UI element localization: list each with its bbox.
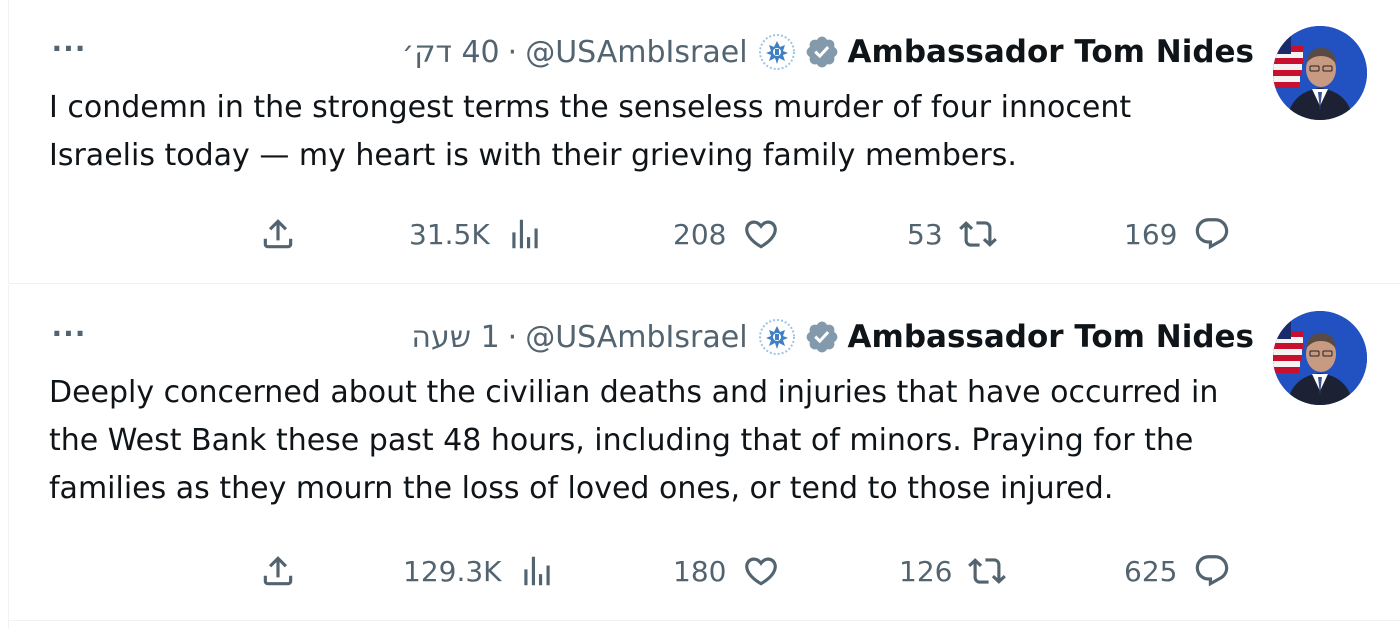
- retweet-button[interactable]: 126: [899, 549, 1007, 593]
- us-seal-icon[interactable]: [758, 318, 796, 356]
- author-name[interactable]: Ambassador Tom Nides: [848, 319, 1254, 355]
- tweet-header: ··· 40 דק׳ · @USAmbIsrael Ambassador Tom…: [49, 30, 1254, 74]
- retweet-button[interactable]: 53: [907, 212, 997, 256]
- likes-count: 180: [673, 554, 727, 588]
- avatar-photo: [1273, 311, 1367, 405]
- separator-dot: ·: [507, 319, 518, 355]
- more-options-icon[interactable]: ···: [49, 319, 89, 349]
- reply-icon: [1196, 555, 1229, 587]
- tweet-text-line: I condemn in the strongest terms the sen…: [49, 90, 1132, 125]
- replies-count: 169: [1124, 217, 1178, 251]
- author-handle[interactable]: @USAmbIsrael: [525, 320, 747, 355]
- retweets-count: 126: [899, 554, 953, 588]
- tweet-timestamp[interactable]: 1 שעה: [411, 320, 499, 355]
- tweet-actions: 129.3K 180 126 625: [9, 549, 1400, 593]
- tweet-text-line: families as they mourn the loss of loved…: [49, 471, 1114, 506]
- timeline-continuation: [8, 621, 1400, 629]
- tweet-timestamp[interactable]: 40 דק׳: [402, 35, 500, 70]
- avatar-photo: [1273, 26, 1367, 120]
- reply-button[interactable]: 169: [1124, 212, 1231, 256]
- tweet-text-line: Israelis today — my heart is with their …: [49, 138, 1017, 173]
- reply-button[interactable]: 625: [1124, 549, 1231, 593]
- separator-dot: ·: [507, 34, 518, 70]
- more-options-icon[interactable]: ···: [49, 34, 89, 64]
- share-button[interactable]: [259, 549, 297, 593]
- us-seal-icon[interactable]: [758, 33, 796, 71]
- share-icon: [263, 556, 293, 586]
- share-icon: [263, 219, 293, 249]
- heart-icon: [745, 220, 778, 249]
- likes-count: 208: [673, 217, 727, 251]
- views-icon: [512, 219, 538, 249]
- reply-icon: [1196, 218, 1229, 250]
- tweet-text: Deeply concerned about the civilian deat…: [49, 369, 1264, 513]
- retweet-icon: [968, 558, 1007, 584]
- tweet-text-line: the West Bank these past 48 hours, inclu…: [49, 423, 1194, 458]
- retweet-icon: [958, 221, 997, 247]
- views-button[interactable]: 31.5K: [409, 212, 544, 256]
- tweet-text: I condemn in the strongest terms the sen…: [49, 84, 1264, 180]
- tweet[interactable]: ··· 1 שעה · @USAmbIsrael Ambassador Tom …: [8, 285, 1400, 621]
- replies-count: 625: [1124, 554, 1178, 588]
- views-button[interactable]: 129.3K: [403, 549, 556, 593]
- author-name[interactable]: Ambassador Tom Nides: [848, 34, 1254, 70]
- avatar[interactable]: [1273, 311, 1367, 405]
- tweet-actions: 31.5K 208 53 169: [9, 212, 1400, 256]
- like-button[interactable]: 208: [673, 212, 780, 256]
- verified-badge-icon[interactable]: [804, 319, 840, 355]
- views-count: 31.5K: [409, 217, 490, 251]
- like-button[interactable]: 180: [673, 549, 780, 593]
- tweet[interactable]: ··· 40 דק׳ · @USAmbIsrael Ambassador Tom…: [8, 0, 1400, 284]
- verified-badge-icon[interactable]: [804, 34, 840, 70]
- views-count: 129.3K: [403, 554, 502, 588]
- tweet-text-line: Deeply concerned about the civilian deat…: [49, 375, 1219, 410]
- retweets-count: 53: [907, 217, 943, 251]
- share-button[interactable]: [259, 212, 297, 256]
- views-icon: [523, 556, 550, 586]
- heart-icon: [745, 557, 778, 586]
- tweet-header: ··· 1 שעה · @USAmbIsrael Ambassador Tom …: [49, 315, 1254, 359]
- avatar[interactable]: [1273, 26, 1367, 120]
- author-handle[interactable]: @USAmbIsrael: [525, 35, 747, 70]
